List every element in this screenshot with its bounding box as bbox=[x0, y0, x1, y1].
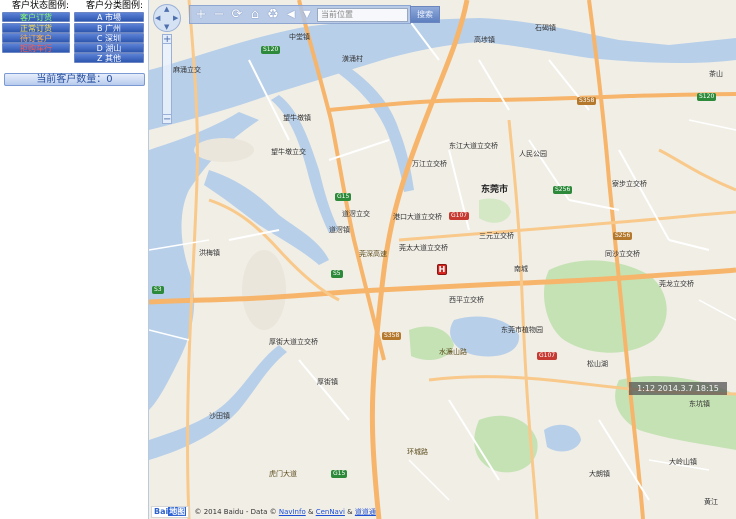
map-label-guanshen-expressway: 莞深高速 bbox=[359, 250, 387, 258]
map-label-houjie: 厚街镇 bbox=[317, 378, 338, 386]
copyright-separator: & bbox=[307, 508, 314, 516]
map-label-shijie: 石碣镇 bbox=[535, 24, 556, 32]
map-label-shuilianshan-road: 水濂山路 bbox=[439, 348, 467, 356]
copyright-separator: & bbox=[347, 508, 353, 516]
map-view[interactable]: 中堂镇 潢涌村 高埗镇 石碣镇 望牛墩镇 望牛墩立交 万江立交桥 东莞市 道滘立… bbox=[149, 0, 736, 519]
map-label-zhongtang: 中堂镇 bbox=[289, 33, 310, 41]
road-shield: S256 bbox=[613, 232, 633, 240]
customer-count-bar: 当前客户数量：0 bbox=[4, 73, 145, 86]
navinfo-link[interactable]: NavInfo bbox=[279, 508, 306, 516]
zoom-in-button[interactable]: + bbox=[162, 34, 172, 45]
status-legend-title: 客户状态图例: bbox=[12, 1, 70, 11]
road-shield: S3 bbox=[152, 286, 164, 294]
map-base-layer bbox=[149, 0, 736, 519]
road-shield: G107 bbox=[449, 212, 470, 220]
map-toolbar: + − ⟳ ⌂ ♻ ◀ ▼ 当前位置 bbox=[189, 5, 411, 24]
map-label-hongmei: 洪梅镇 bbox=[199, 249, 220, 257]
map-label-wangniudun-interchange: 望牛墩立交 bbox=[271, 148, 306, 156]
map-label-dongguan: 东莞市 bbox=[481, 185, 509, 195]
zoom-out-button[interactable]: − bbox=[162, 114, 172, 125]
copyright-text: © 2014 Baidu - Data © bbox=[194, 508, 277, 516]
road-shield: S358 bbox=[382, 332, 402, 340]
search-input[interactable]: 当前位置 bbox=[317, 8, 408, 22]
map-label-humen-avenue: 虎门大道 bbox=[269, 470, 297, 478]
search-button[interactable]: 搜索 bbox=[410, 6, 440, 23]
map-label-songshan-lake: 松山湖 bbox=[587, 360, 608, 368]
map-label-gangkou-interchange: 港口大道立交桥 bbox=[393, 213, 442, 221]
category-legend-title: 客户分类图例: bbox=[86, 1, 144, 11]
map-label-huangchong: 潢涌村 bbox=[342, 55, 363, 63]
customer-legend-panel: 客户状态图例: 客户分类图例: 客户订货 正常订货 待订客户 拒购车行 A 市場… bbox=[0, 0, 149, 519]
map-label-gaobu: 高埗镇 bbox=[474, 36, 495, 44]
datetime-overlay: 1:12 2014.3.7 18:15 bbox=[629, 382, 727, 395]
status-ordered-button[interactable]: 客户订货 bbox=[2, 12, 70, 22]
road-shield: S256 bbox=[553, 186, 573, 194]
map-label-chashan: 茶山 bbox=[709, 70, 723, 78]
refresh-icon[interactable]: ⟳ bbox=[228, 7, 246, 23]
map-label-dongjiang-interchange: 东江大道立交桥 bbox=[449, 142, 498, 150]
map-label-guanlong-interchange: 莞龙立交桥 bbox=[659, 280, 694, 288]
road-shield: G15 bbox=[335, 193, 352, 201]
map-label-wangniudun: 望牛墩镇 bbox=[283, 114, 311, 122]
road-shield: S358 bbox=[577, 97, 597, 105]
cennavi-link[interactable]: CenNavi bbox=[316, 508, 345, 516]
map-label-peoples-park: 人民公园 bbox=[519, 150, 547, 158]
map-label-machong-interchange: 麻涌立交 bbox=[173, 66, 201, 74]
dropdown-icon[interactable]: ▼ bbox=[298, 7, 316, 23]
status-pending-button[interactable]: 待订客户 bbox=[2, 33, 70, 43]
baidu-map-logo: Bai地图 bbox=[151, 506, 190, 518]
status-rejected-button[interactable]: 拒购车行 bbox=[2, 43, 70, 53]
zoom-slider[interactable] bbox=[162, 34, 172, 124]
map-label-daojiao-interchange: 道滘立交 bbox=[342, 210, 370, 218]
map-label-guantai-interchange: 莞太大道立交桥 bbox=[399, 244, 448, 252]
map-label-dongkeng: 东坑镇 bbox=[689, 400, 710, 408]
map-label-sanyuan-interchange: 三元立交桥 bbox=[479, 232, 514, 240]
map-label-shatian: 沙田镇 bbox=[209, 412, 230, 420]
map-label-tongsha-interchange: 同沙立交桥 bbox=[605, 250, 640, 258]
pan-control[interactable]: ▲ ▼ ◀ ▶ bbox=[153, 4, 181, 32]
road-shield: G15 bbox=[331, 470, 348, 478]
home-icon[interactable]: ⌂ bbox=[246, 7, 264, 23]
category-b-button[interactable]: B 广州 bbox=[74, 23, 144, 33]
map-label-nancheng: 南城 bbox=[514, 265, 528, 273]
pan-down-icon[interactable]: ▼ bbox=[164, 24, 169, 31]
road-shield: G107 bbox=[537, 352, 558, 360]
pan-left-icon[interactable]: ◀ bbox=[155, 15, 160, 22]
map-label-botanical-garden: 东莞市植物园 bbox=[501, 326, 543, 334]
category-z-button[interactable]: Z 其他 bbox=[74, 53, 144, 63]
map-label-liaobu-interchange: 寮步立交桥 bbox=[612, 180, 647, 188]
customer-marker[interactable]: H bbox=[437, 264, 447, 275]
map-label-xiping-interchange: 西平立交桥 bbox=[449, 296, 484, 304]
pan-right-icon[interactable]: ▶ bbox=[173, 15, 178, 22]
daodaotong-link[interactable]: 道道通 bbox=[355, 508, 376, 516]
status-normal-button[interactable]: 正常订货 bbox=[2, 23, 70, 33]
recycle-icon[interactable]: ♻ bbox=[264, 7, 282, 23]
app-window: 客户状态图例: 客户分类图例: 客户订货 正常订货 待订客户 拒购车行 A 市場… bbox=[0, 0, 736, 519]
map-label-wanjiang-interchange: 万江立交桥 bbox=[412, 160, 447, 168]
category-c-button[interactable]: C 深圳 bbox=[74, 33, 144, 43]
road-shield: S120 bbox=[697, 93, 717, 101]
road-shield: S120 bbox=[261, 46, 281, 54]
plus-icon[interactable]: + bbox=[192, 7, 210, 23]
pan-up-icon[interactable]: ▲ bbox=[164, 6, 169, 13]
map-label-houjie-interchange: 厚街大道立交桥 bbox=[269, 338, 318, 346]
map-copyright: Bai地图 © 2014 Baidu - Data © NavInfo & Ce… bbox=[149, 505, 736, 519]
category-a-button[interactable]: A 市場 bbox=[74, 12, 144, 22]
map-label-ring-road: 环城路 bbox=[407, 448, 428, 456]
map-label-dalang: 大朗镇 bbox=[589, 470, 610, 478]
road-shield: S5 bbox=[331, 270, 343, 278]
map-label-daojiao: 道滘镇 bbox=[329, 226, 350, 234]
category-d-button[interactable]: D 湖山 bbox=[74, 43, 144, 53]
map-label-dalingshan: 大岭山镇 bbox=[669, 458, 697, 466]
minus-icon[interactable]: − bbox=[210, 7, 228, 23]
